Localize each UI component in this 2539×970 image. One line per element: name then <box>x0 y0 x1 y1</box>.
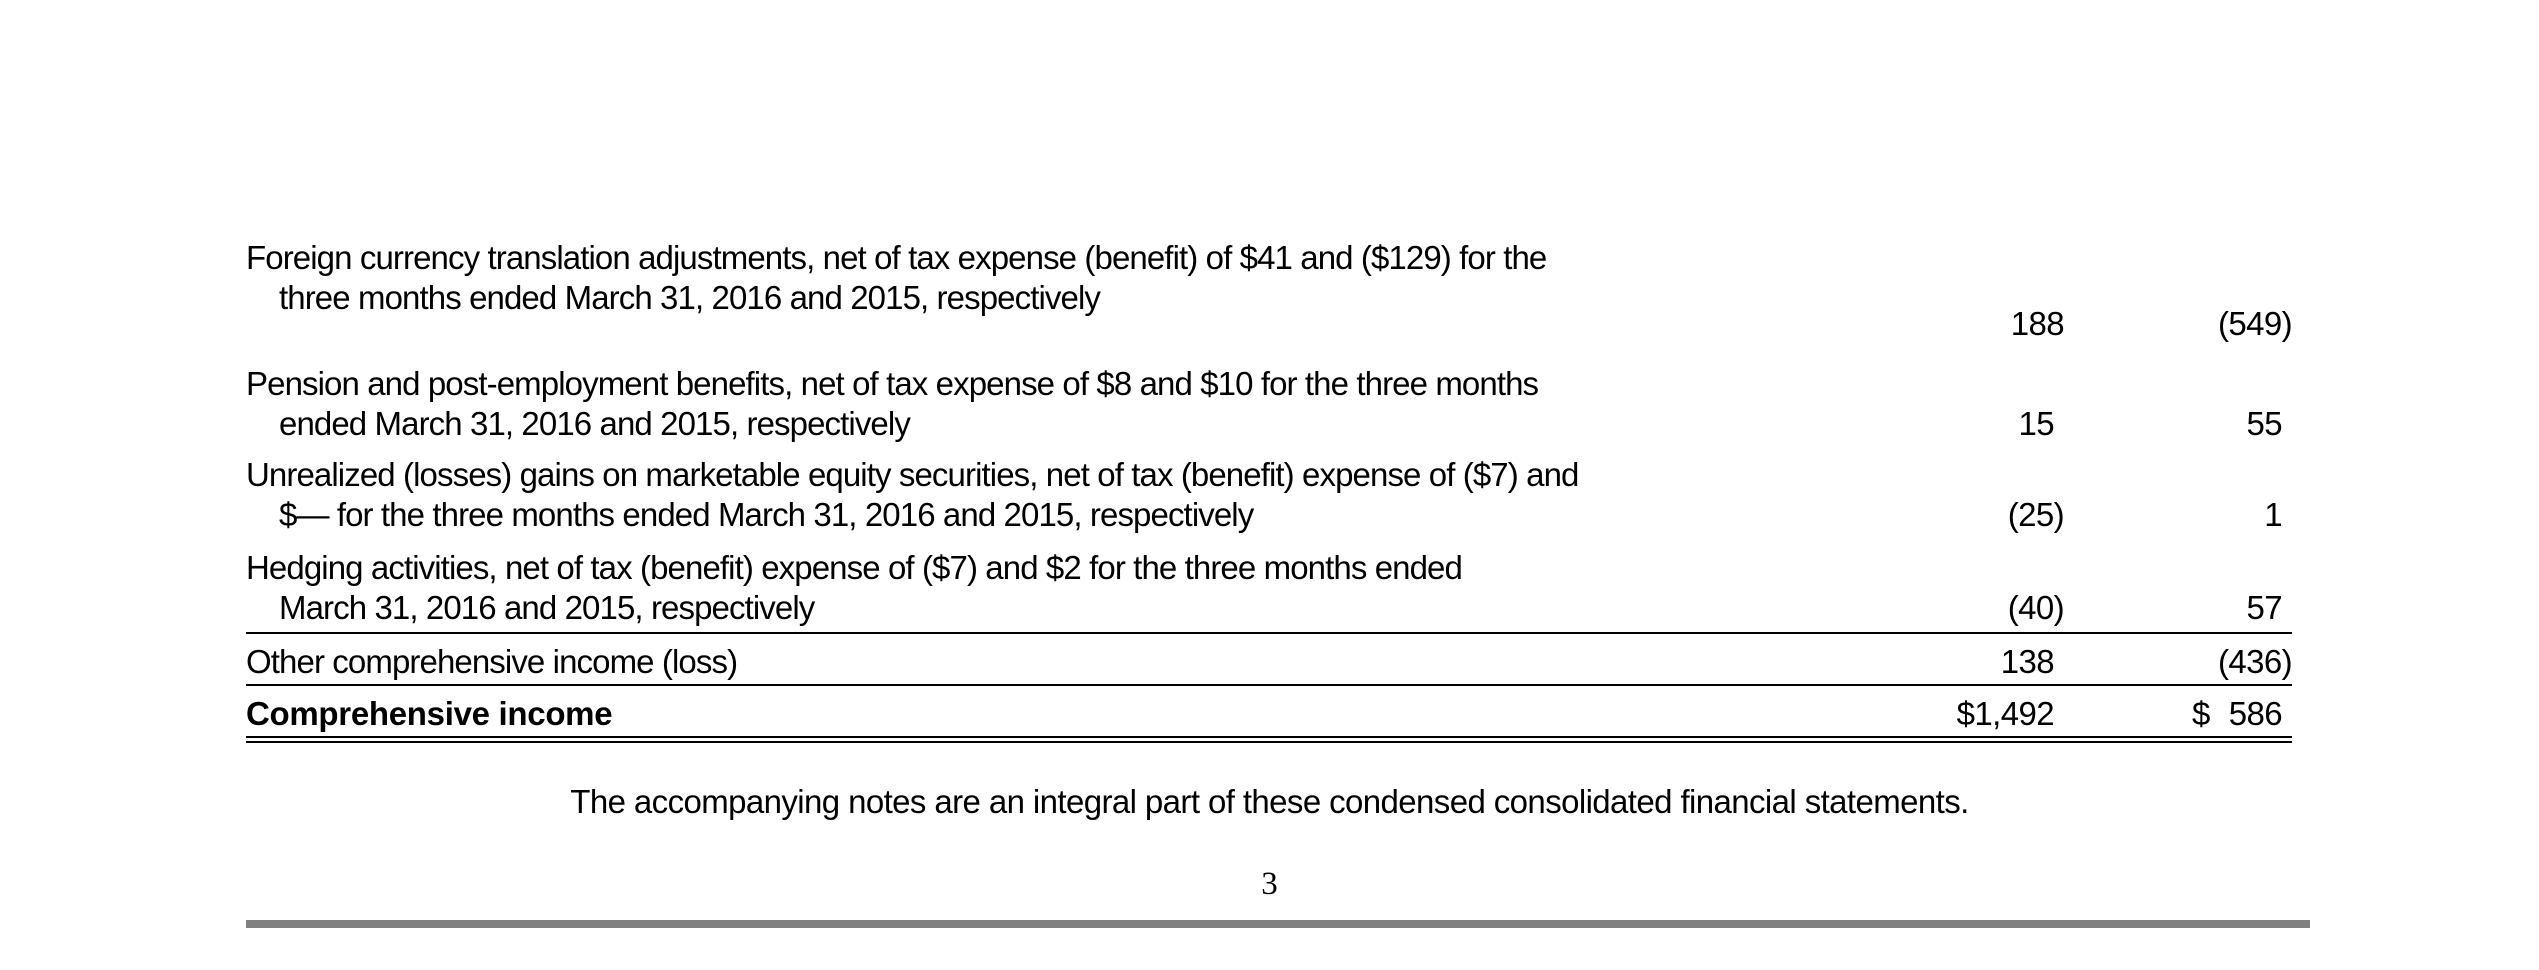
value-2016: 188 <box>2010 305 2065 342</box>
total-currency-symbol: $ <box>2192 695 2210 732</box>
double-underline-bottom <box>246 741 2292 743</box>
divider-rule <box>246 632 2292 634</box>
subtotal-value-2016: 138 <box>2000 643 2055 680</box>
value-2015: 1 <box>2264 496 2282 533</box>
value-2016: (40) <box>2007 589 2065 626</box>
row-label-line1: Unrealized (losses) gains on marketable … <box>246 456 1579 493</box>
total-label: Comprehensive income <box>246 695 613 732</box>
value-2015: (549) <box>2217 305 2293 342</box>
row-description: Pension and post-employment benefits, ne… <box>246 364 1966 444</box>
double-underline-top <box>246 736 2292 738</box>
total-row: Comprehensive income $1,492 $ 586 <box>246 694 2292 736</box>
table-row: Foreign currency translation adjustments… <box>246 238 2293 348</box>
page-number: 3 <box>1261 866 1278 902</box>
divider-rule <box>246 684 2292 686</box>
total-value-2016: $1,492 <box>1956 695 2055 732</box>
row-label-line1: Pension and post-employment benefits, ne… <box>246 365 1539 402</box>
value-2016: 15 <box>2018 405 2054 442</box>
row-description: Unrealized (losses) gains on marketable … <box>246 455 1966 535</box>
row-label-line2: ended March 31, 2016 and 2015, respectiv… <box>279 405 911 442</box>
total-value-2015: 586 <box>2228 695 2283 732</box>
subtotal-value-2015: (436) <box>2217 643 2293 680</box>
row-label-line2: March 31, 2016 and 2015, respectively <box>279 589 815 626</box>
row-description: Foreign currency translation adjustments… <box>246 238 1966 318</box>
row-label-line2: $— for the three months ended March 31, … <box>279 496 1254 533</box>
value-2015: 57 <box>2246 589 2282 626</box>
page-footer-bar <box>246 920 2310 928</box>
row-label-line1: Hedging activities, net of tax (benefit)… <box>246 549 1463 586</box>
table-row: Hedging activities, net of tax (benefit)… <box>246 548 2292 632</box>
value-2016: (25) <box>2007 496 2065 533</box>
table-row: Pension and post-employment benefits, ne… <box>246 364 2292 454</box>
subtotal-label: Other comprehensive income (loss) <box>246 643 738 680</box>
value-2015: 55 <box>2246 405 2282 442</box>
row-label-line1: Foreign currency translation adjustments… <box>246 239 1547 276</box>
footnote: The accompanying notes are an integral p… <box>570 783 1969 820</box>
subtotal-row: Other comprehensive income (loss) 138 (4… <box>246 642 2293 684</box>
table-row: Unrealized (losses) gains on marketable … <box>246 455 2292 545</box>
row-label-line2: three months ended March 31, 2016 and 20… <box>279 279 1101 316</box>
row-description: Hedging activities, net of tax (benefit)… <box>246 548 1966 628</box>
financial-statement-page: Foreign currency translation adjustments… <box>0 0 2539 970</box>
